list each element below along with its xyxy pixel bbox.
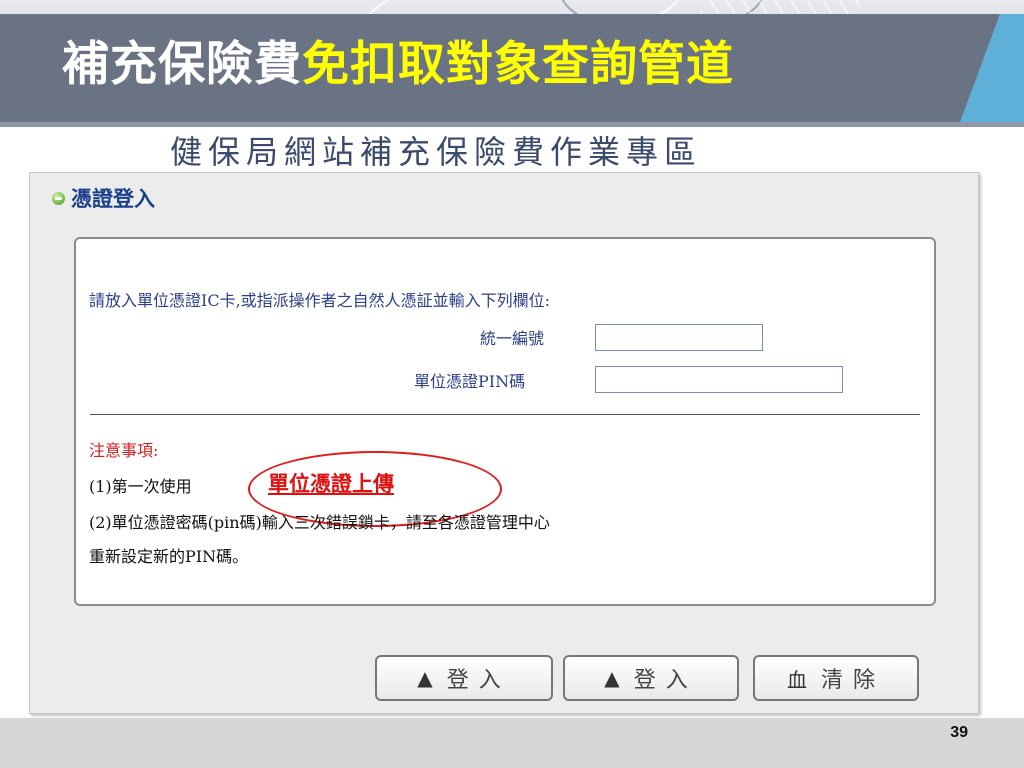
divider xyxy=(90,414,920,415)
pin-label: 單位憑證PIN碼 xyxy=(414,372,526,391)
status-dot-icon xyxy=(52,191,65,205)
login-panel-title: 憑證登入 xyxy=(71,186,155,211)
login-button-1[interactable]: ▲ 登入 xyxy=(375,655,553,701)
pin-input[interactable] xyxy=(595,366,843,393)
login-instruction: 請放入單位憑證IC卡,或指派操作者之自然人憑証並輸入下列欄位: xyxy=(89,291,551,310)
clear-button-label: 清除 xyxy=(820,668,885,693)
tax-id-input[interactable] xyxy=(595,324,763,351)
page-number: 39 xyxy=(950,724,968,741)
login-button-label: 登入 xyxy=(446,668,511,693)
login-button-label: 登入 xyxy=(633,668,698,693)
slide-title-part1: 補充保險費 xyxy=(62,37,302,92)
note-line2: (2)單位憑證密碼(pin碼)輸入三次錯誤鎖卡，請至各憑證管理中心 xyxy=(89,513,550,532)
slide-title: 補充保險費免扣取對象查詢管道 xyxy=(62,20,734,110)
login-panel-header: 憑證登入 xyxy=(52,183,155,213)
footer-bar xyxy=(0,718,1024,768)
login-form-box: 請放入單位憑證IC卡,或指派操作者之自然人憑証並輸入下列欄位: 統一編號 單位憑… xyxy=(74,237,936,606)
note-line3: 重新設定新的PIN碼。 xyxy=(89,547,249,566)
login-button-2[interactable]: ▲ 登入 xyxy=(563,655,739,701)
clear-button[interactable]: ⾎ 清除 xyxy=(753,655,919,701)
note-line1: (1)第一次使用 xyxy=(89,477,192,496)
clear-icon: ⾎ xyxy=(786,667,807,692)
tax-id-label: 統一編號 xyxy=(480,329,545,348)
slide-title-part2: 免扣取對象查詢管道 xyxy=(302,37,734,92)
slide-subtitle: 健保局網站補充保險費作業專區 xyxy=(170,133,703,166)
up-arrow-icon: ▲ xyxy=(604,666,620,690)
up-arrow-icon: ▲ xyxy=(417,666,433,690)
notes-heading: 注意事項: xyxy=(89,441,159,460)
login-screenshot-panel: 憑證登入 請放入單位憑證IC卡,或指派操作者之自然人憑証並輸入下列欄位: 統一編… xyxy=(29,172,979,714)
